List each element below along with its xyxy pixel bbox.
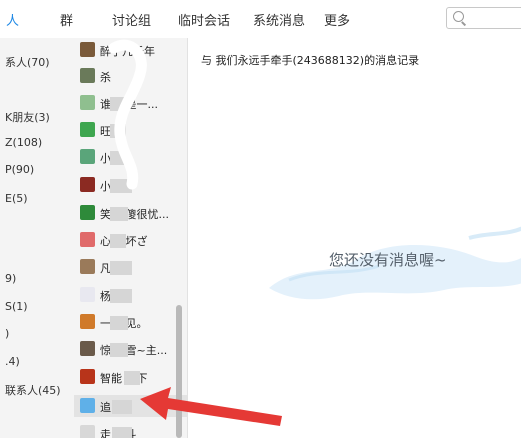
search-icon	[453, 11, 464, 22]
tab-system-messages[interactable]: 系统消息	[253, 10, 305, 29]
contact-group-list: 系人(70) K朋友(3) Z(108) P(90) E(5) 9) S(1) …	[0, 38, 74, 438]
group-item[interactable]: 9)	[5, 272, 16, 285]
group-item[interactable]: K朋友(3)	[5, 109, 50, 125]
tab-contacts[interactable]: 人	[6, 10, 19, 29]
group-item[interactable]: E(5)	[5, 192, 28, 205]
contact-list-scrollbar[interactable]	[176, 305, 182, 438]
group-item[interactable]: )	[5, 327, 9, 340]
redaction-mark	[108, 39, 147, 190]
group-item[interactable]: Z(108)	[5, 136, 42, 149]
group-item[interactable]: 联系人(45)	[5, 382, 61, 398]
search-input[interactable]	[446, 7, 521, 29]
group-item[interactable]: S(1)	[5, 300, 28, 313]
message-record-pane: 与 我们永远手牵手(243688132)的消息记录 您还没有消息喔~	[189, 38, 521, 438]
tab-temporary-chats[interactable]: 临时会话	[178, 10, 230, 29]
group-item[interactable]: .4)	[5, 355, 20, 368]
qq-message-manager: 人 群 讨论组 临时会话 系统消息 更多 系人(70) K朋友(3) Z(108…	[0, 0, 521, 438]
group-item[interactable]: 系人(70)	[5, 54, 50, 70]
tab-discussion-groups[interactable]: 讨论组	[112, 10, 151, 29]
top-tab-bar: 人 群 讨论组 临时会话 系统消息 更多	[0, 0, 521, 38]
empty-state-text: 您还没有消息喔~	[329, 251, 447, 269]
record-title: 与 我们永远手牵手(243688132)的消息记录	[201, 54, 420, 67]
tab-more[interactable]: 更多	[324, 10, 350, 29]
tab-groups[interactable]: 群	[60, 10, 73, 29]
group-item[interactable]: P(90)	[5, 163, 34, 176]
contact-list: 醉了几千年 杀 谁 只是一... 旺 艺 小 弱 小 笑 艮傻很忧...	[74, 38, 188, 438]
